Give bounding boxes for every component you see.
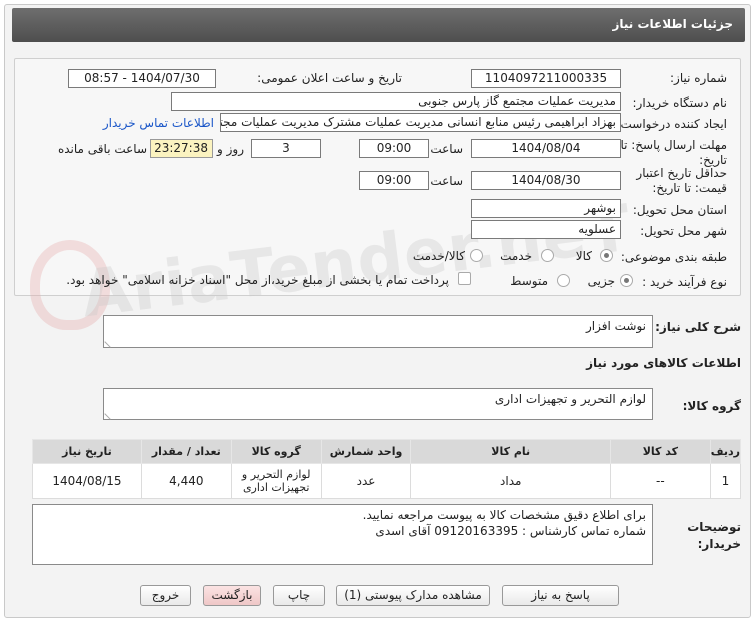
table-row: 1 -- مداد عدد لوازم التحریر و تجهیزات اد… [32, 463, 742, 499]
days-field: 3 [251, 139, 321, 158]
buyer-org-label: نام دستگاه خریدار: [632, 96, 728, 110]
col-goods-code: کد کالا [610, 439, 711, 464]
goods-group-text: لوازم التحریر و تجهیزات اداری [494, 392, 646, 406]
cell-unit: عدد [320, 463, 412, 499]
back-button[interactable]: بازگشت [203, 585, 261, 606]
buyer-contact-link[interactable]: اطلاعات تماس خریدار [103, 116, 214, 130]
goods-group-textarea: لوازم التحریر و تجهیزات اداری [103, 388, 653, 420]
treasury-note: پرداخت تمام یا بخشی از مبلغ خرید،از محل … [66, 273, 449, 287]
creator-label: ایجاد کننده درخواست: [616, 117, 727, 131]
deadline-label: مهلت ارسال پاسخ: تا [620, 138, 727, 152]
reply-button[interactable]: پاسخ به نیاز [502, 585, 619, 606]
category-radio-goods-service[interactable] [470, 249, 483, 262]
validity-label: حداقل تاریخ اعتبار [636, 166, 727, 180]
description-textarea: نوشت افزار [103, 315, 653, 348]
validity-time-label: ساعت [430, 174, 463, 188]
col-unit: واحد شمارش [320, 439, 412, 464]
validity-time-field: 09:00 [359, 171, 429, 190]
attachments-button[interactable]: مشاهده مدارک پیوستی (1) [336, 585, 490, 606]
countdown-timer: 23:27:38 [150, 139, 213, 158]
cell-goods-group: لوازم التحریر و تجهیزات اداری [230, 463, 322, 499]
days-label: روز و [217, 142, 244, 156]
resize-grip-icon [104, 336, 116, 348]
need-number-field: 1104097211000335 [471, 69, 621, 88]
category-option-goods: کالا [575, 249, 592, 263]
buyer-notes-label-2: خریدار: [697, 537, 741, 551]
category-label: طبقه بندی موضوعی: [620, 250, 727, 264]
need-number-label: شماره نیاز: [670, 71, 727, 85]
category-option-goods-service: کالا/خدمت [412, 249, 465, 263]
table-header-row: ردیف کد کالا نام کالا واحد شمارش گروه کا… [32, 439, 742, 464]
description-label: شرح کلی نیاز: [655, 320, 741, 334]
purchase-type-label: نوع فرآیند خرید : [642, 275, 727, 289]
city-field: عسلویه [471, 220, 621, 239]
col-need-date: تاریخ نیاز [32, 439, 142, 464]
window-title: جزئیات اطلاعات نیاز [612, 17, 733, 31]
announce-label: تاریخ و ساعت اعلان عمومی: [257, 71, 402, 85]
goods-info-heading: اطلاعات کالاهای مورد نیاز [586, 356, 741, 370]
buyer-org-field: مدیریت عملیات مجتمع گاز پارس جنوبی [171, 92, 621, 111]
description-text: نوشت افزار [585, 319, 646, 333]
deadline-time-label: ساعت [430, 142, 463, 156]
announce-field: 1404/07/30 - 08:57 [68, 69, 216, 88]
category-radio-service[interactable] [541, 249, 554, 262]
buyer-notes-label: توضیحات [687, 520, 741, 534]
purchase-radio-minor[interactable] [620, 274, 633, 287]
goods-group-label: گروه کالا: [682, 399, 741, 413]
buyer-notes-textarea: برای اطلاع دقیق مشخصات کالا به پیوست مرا… [32, 504, 653, 565]
cell-goods-code: -- [610, 463, 711, 499]
col-goods-name: نام کالا [410, 439, 611, 464]
col-quantity: تعداد / مقدار [140, 439, 232, 464]
resize-grip-icon [104, 408, 116, 420]
province-label: استان محل تحویل: [632, 203, 727, 217]
deadline-date-field: 1404/08/04 [471, 139, 621, 158]
remaining-label: ساعت باقی مانده [57, 142, 147, 156]
validity-date-field: 1404/08/30 [471, 171, 621, 190]
purchase-option-minor: جزیی [587, 274, 615, 288]
col-goods-group: گروه کالا [230, 439, 322, 464]
goods-table: ردیف کد کالا نام کالا واحد شمارش گروه کا… [32, 439, 742, 499]
purchase-option-medium: متوسط [510, 274, 548, 288]
province-field: بوشهر [471, 199, 621, 218]
category-option-service: خدمت [500, 249, 532, 263]
cell-need-date: 1404/08/15 [32, 463, 142, 499]
cell-row-number: 1 [709, 463, 742, 499]
purchase-radio-medium[interactable] [557, 274, 570, 287]
cell-goods-name: مداد [410, 463, 611, 499]
deadline-time-field: 09:00 [359, 139, 429, 158]
buyer-notes-line-1: برای اطلاع دقیق مشخصات کالا به پیوست مرا… [362, 508, 646, 522]
print-button[interactable]: چاپ [273, 585, 325, 606]
cell-quantity: 4,440 [140, 463, 232, 499]
creator-field: بهزاد ابراهیمی رئیس منابع انسانی مدیریت … [220, 113, 621, 132]
city-label: شهر محل تحویل: [640, 224, 727, 238]
buyer-notes-line-2: شماره تماس کارشناس : 09120163395 آقای اس… [375, 524, 646, 538]
exit-button[interactable]: خروج [140, 585, 191, 606]
deadline-label-date: تاریخ: [699, 153, 727, 167]
title-bar: جزئیات اطلاعات نیاز [12, 8, 745, 42]
col-row-number: ردیف [709, 439, 742, 464]
validity-label-date: قیمت: تا تاریخ: [652, 181, 727, 195]
category-radio-goods[interactable] [600, 249, 613, 262]
treasury-checkbox[interactable] [458, 272, 471, 285]
